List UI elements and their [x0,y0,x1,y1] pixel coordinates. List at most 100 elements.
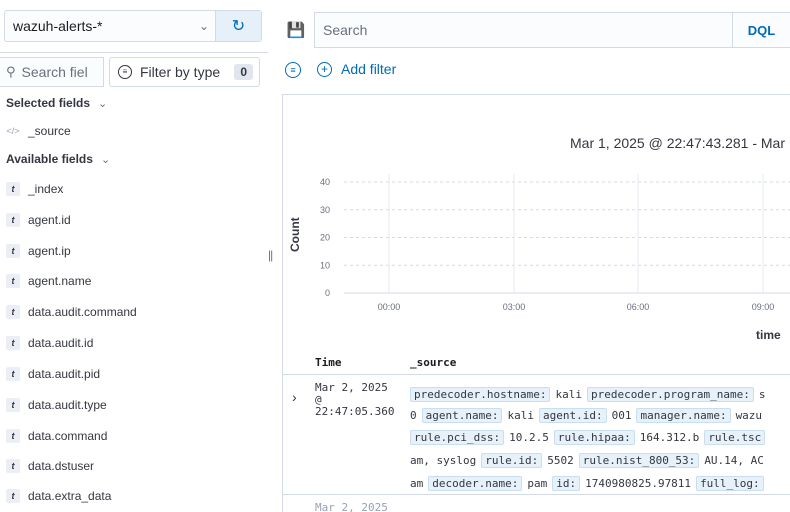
field-key[interactable]: manager.name: [636,407,731,423]
y-tick-label: 0 [325,288,330,298]
field-key[interactable]: agent.name: [421,407,503,423]
histogram-chart: 40 30 20 10 0 00:00 03:00 06:00 09:00 [320,174,790,312]
filter-icon: ≡ [118,65,132,79]
field-key[interactable]: rule.nist_800_53: [578,452,700,468]
string-type-icon: t [6,459,20,473]
field-search-placeholder: Search fiel [21,64,88,80]
time-range-label: Mar 1, 2025 @ 22:47:43.281 - Mar [570,135,785,151]
selected-fields-title: Selected fields [6,96,91,110]
column-header-time[interactable]: Time [315,356,342,369]
field-item[interactable]: t data.audit.type [6,396,107,414]
field-item[interactable]: t data.audit.pid [6,365,100,383]
refresh-icon[interactable]: ↻ [215,11,261,41]
field-key[interactable]: rule.pci_dss: [410,429,505,445]
y-tick-label: 30 [320,205,330,215]
saved-query-icon[interactable]: 💾 [280,12,312,48]
field-key[interactable]: rule.tsc [704,429,766,445]
field-name: data.audit.pid [28,367,101,381]
available-fields-title: Available fields [6,152,93,166]
field-item-source[interactable]: </> _source [6,122,71,140]
field-value: 10.2.5 [509,430,549,444]
x-tick-label: 03:00 [503,302,526,312]
field-value: am [410,476,424,490]
field-item[interactable]: t data.audit.command [6,303,137,321]
field-value: pam [527,476,548,490]
field-search-input[interactable]: ⚲ Search fiel [0,57,104,87]
field-value: 164.312.b [639,430,700,444]
field-item[interactable]: t agent.name [6,272,91,290]
source-line: 0 agent.name: kali agent.id: 001 manager.name… [410,405,790,425]
field-value: s [758,387,766,401]
x-axis-label: time [756,328,781,342]
plus-circle-icon: + [317,61,332,77]
field-key[interactable]: predecoder.program_name: [586,386,754,402]
divider [0,52,268,53]
y-tick-label: 10 [320,260,330,270]
field-item[interactable]: t agent.ip [6,242,71,260]
index-pattern-label: wazuh-alerts-* [13,18,103,34]
field-key[interactable]: id: [552,475,581,491]
field-key[interactable]: rule.hipaa: [553,429,635,445]
query-search-input[interactable]: Search DQL [314,12,790,48]
field-value: 0 [410,408,417,422]
query-placeholder: Search [323,22,368,38]
y-tick-label: 40 [320,177,330,187]
field-key[interactable]: predecoder.hostname: [410,386,551,402]
x-tick-label: 09:00 [752,302,775,312]
field-value: kali [555,387,582,401]
string-type-icon: t [6,244,20,258]
field-key[interactable]: full_log: [696,475,764,491]
field-item[interactable]: t data.command [6,427,107,445]
field-name: data.dstuser [28,459,95,473]
field-value: 001 [611,408,632,422]
string-type-icon: t [6,429,20,443]
field-item[interactable]: t data.audit.id [6,334,93,352]
expand-row-icon[interactable]: › [292,389,297,405]
field-name: agent.id [28,213,71,227]
column-header-source[interactable]: _source [410,356,456,369]
string-type-icon: t [6,274,20,288]
field-name: _source [28,124,71,138]
available-fields-toggle[interactable]: Available fields ⌄ [6,152,110,166]
add-filter-button[interactable]: + Add filter [317,61,396,77]
search-icon: ⚲ [6,64,16,79]
filter-options-icon[interactable]: ≡ [285,62,301,78]
field-item[interactable]: t agent.id [6,211,71,229]
row-time: Mar 2, 2025 @ 22:47:05.360 [315,381,395,418]
field-name: data.audit.command [28,305,137,319]
selected-fields-toggle[interactable]: Selected fields ⌄ [6,96,107,110]
field-item[interactable]: t data.extra_data [6,487,111,505]
table-divider [283,494,790,495]
index-pattern-select[interactable]: wazuh-alerts-* ⌄ ↻ [4,10,262,42]
y-tick-label: 20 [320,233,330,243]
field-sidebar: wazuh-alerts-* ⌄ ↻ ⚲ Search fiel ≡ Filte… [0,0,268,512]
field-item[interactable]: t _index [6,180,63,198]
string-type-icon: t [6,305,20,319]
chevron-down-icon: ⌄ [98,97,108,110]
filter-by-type-label: Filter by type [140,64,221,80]
filter-by-type-button[interactable]: ≡ Filter by type 0 [109,57,260,87]
x-tick-label: 00:00 [378,302,401,312]
field-name: agent.name [28,274,92,288]
sidebar-resize-handle[interactable]: || [268,248,273,262]
field-name: data.command [28,429,108,443]
field-key[interactable]: rule.id: [481,452,543,468]
string-type-icon: t [6,336,20,350]
string-type-icon: t [6,182,20,196]
string-type-icon: t [6,213,20,227]
add-filter-label: Add filter [341,61,397,77]
field-value: am, syslog [410,453,477,467]
filter-count-badge: 0 [234,64,253,80]
table-divider [283,374,790,375]
field-value: 5502 [547,453,574,467]
field-key[interactable]: agent.id: [538,407,607,423]
field-key[interactable]: decoder.name: [428,475,523,491]
query-language-button[interactable]: DQL [732,13,790,47]
field-value: AU.14, AC [704,453,764,467]
chevron-down-icon[interactable]: ⌄ [193,19,215,33]
code-icon: </> [6,126,20,136]
y-axis-label: Count [288,217,302,252]
field-name: agent.ip [28,244,71,258]
source-line: rule.pci_dss: 10.2.5 rule.hipaa: 164.312.b r… [410,427,790,447]
field-item[interactable]: t data.dstuser [6,457,94,475]
